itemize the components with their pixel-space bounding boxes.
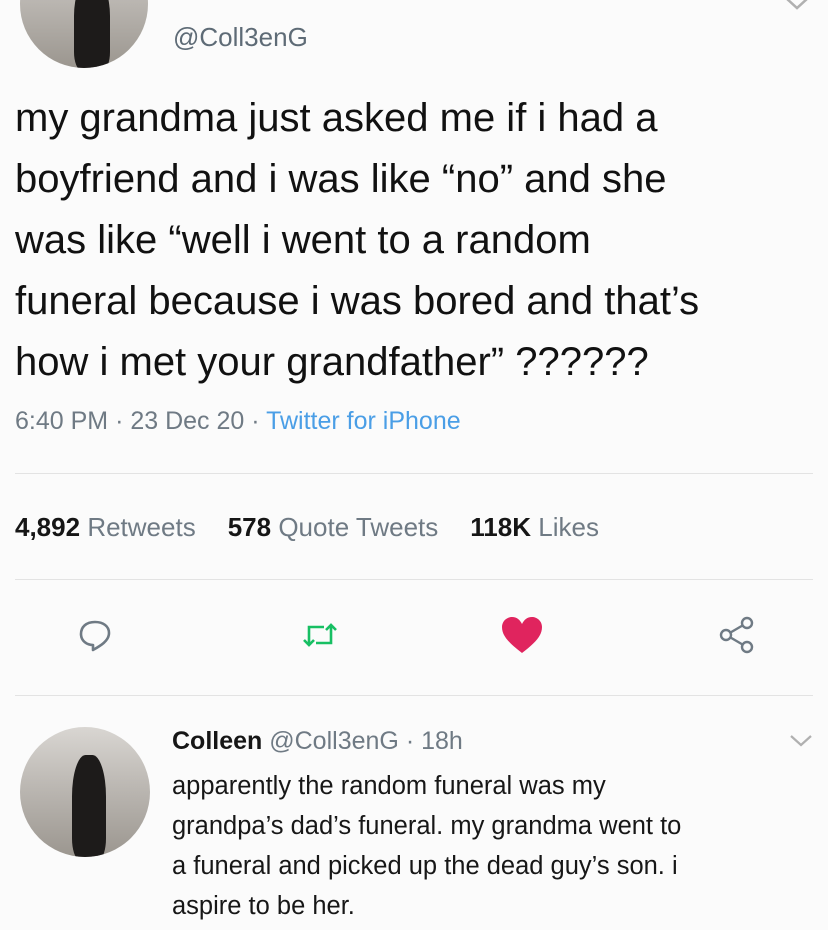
action-bar: [0, 610, 828, 660]
quotes-stat[interactable]: 578 Quote Tweets: [228, 512, 439, 542]
likes-stat[interactable]: 118K Likes: [470, 512, 599, 542]
tweet-stats: 4,892 Retweets 578 Quote Tweets 118K Likes: [15, 512, 599, 543]
tweet-line: boyfriend and i was like “no” and she: [15, 157, 667, 201]
divider: [15, 579, 813, 580]
tweet-source[interactable]: Twitter for iPhone: [266, 407, 461, 435]
tweet-text: my grandma just asked me if i had a boyf…: [15, 88, 820, 393]
share-button[interactable]: [712, 610, 762, 660]
speech-bubble-icon: [79, 620, 111, 652]
tweet-line: was like “well i went to a random: [15, 218, 591, 262]
reply-author-name[interactable]: Colleen: [172, 727, 262, 755]
reply-line: a funeral and picked up the dead guy’s s…: [172, 852, 678, 880]
tweet-date[interactable]: 23 Dec 20: [130, 407, 244, 435]
reply-timestamp[interactable]: 18h: [421, 727, 463, 755]
divider: [15, 473, 813, 474]
reply-button[interactable]: [70, 610, 120, 660]
heart-icon: [502, 617, 542, 653]
like-button[interactable]: [497, 610, 547, 660]
chevron-down-icon[interactable]: [782, 0, 812, 20]
retweet-icon: [303, 623, 337, 647]
tweet-line: how i met your grandfather” ??????: [15, 340, 649, 384]
author-avatar[interactable]: [20, 0, 148, 68]
chevron-down-icon[interactable]: [788, 730, 814, 756]
reply-header: Colleen @Coll3enG · 18h: [172, 727, 463, 755]
reply-author-handle[interactable]: @Coll3enG: [269, 727, 399, 755]
retweet-button[interactable]: [295, 610, 345, 660]
tweet-time[interactable]: 6:40 PM: [15, 407, 108, 435]
reply-line: aspire to be her.: [172, 892, 355, 920]
avatar-figure: [72, 755, 106, 857]
reply-text: apparently the random funeral was my gra…: [172, 766, 812, 926]
tweet-meta: 6:40 PM · 23 Dec 20 · Twitter for iPhone: [15, 407, 461, 435]
avatar-figure: [74, 0, 110, 68]
reply-line: apparently the random funeral was my: [172, 772, 606, 800]
share-icon: [719, 616, 754, 654]
tweet-line: my grandma just asked me if i had a: [15, 96, 658, 140]
reply-avatar[interactable]: [20, 727, 150, 857]
author-handle[interactable]: @Coll3enG: [173, 22, 308, 53]
reply-line: grandpa’s dad’s funeral. my grandma went…: [172, 812, 682, 840]
divider: [15, 695, 813, 696]
tweet-line: funeral because i was bored and that’s: [15, 279, 700, 323]
retweets-stat[interactable]: 4,892 Retweets: [15, 512, 196, 542]
